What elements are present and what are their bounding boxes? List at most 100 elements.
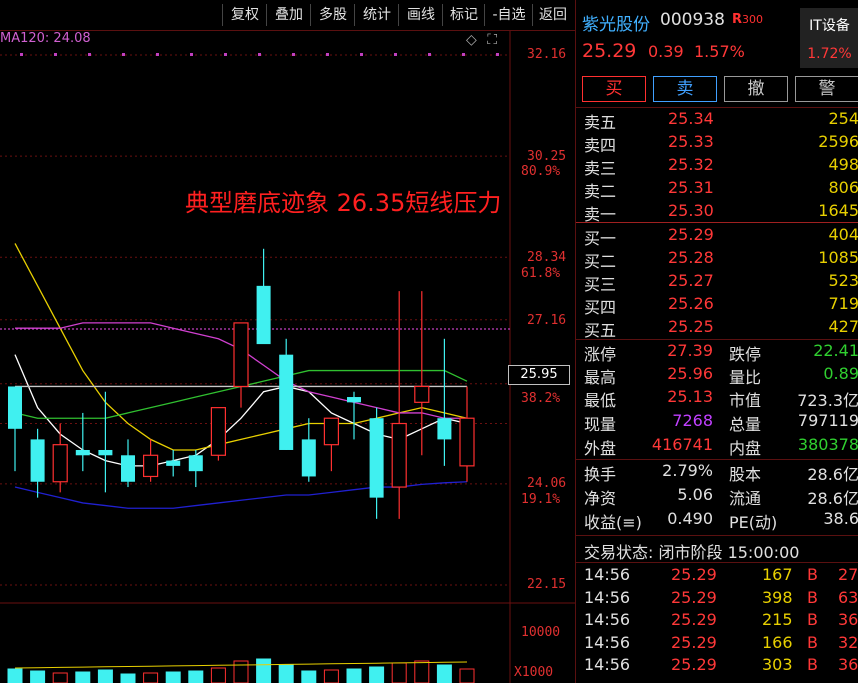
volume-bar xyxy=(323,669,339,683)
fullscreen-icon[interactable]: ⛶ xyxy=(487,32,497,48)
trade-status-text: 交易状态: 闭市阶段 15:00:00 xyxy=(584,543,800,562)
ma-dot xyxy=(258,53,261,56)
volume-bar xyxy=(188,670,204,683)
axis-label: 28.34 xyxy=(527,250,567,265)
toolbar-stats-button[interactable]: 统计 xyxy=(354,4,399,26)
label: 最高 xyxy=(584,368,617,387)
volume-bar xyxy=(436,664,452,683)
label: 涨停 xyxy=(584,345,617,364)
toolbar-fuquan-button[interactable]: 复权 xyxy=(222,4,267,26)
limit-down: 22.41 xyxy=(813,341,858,360)
toolbar-overlay-button[interactable]: 叠加 xyxy=(266,4,311,26)
level-label: 卖二 xyxy=(584,182,617,201)
ask-row[interactable]: 卖五 25.34 254 xyxy=(576,109,858,132)
label: 净资 xyxy=(584,489,617,508)
tick-extra: 32 xyxy=(838,632,858,652)
volume-bar xyxy=(143,672,159,683)
price-change-pct: 1.57% xyxy=(694,42,745,61)
candle-body xyxy=(323,417,339,446)
buy-button[interactable]: 买 xyxy=(582,76,646,102)
bid-row[interactable]: 买三 25.27 523 xyxy=(576,271,858,294)
toolbar-mark-button[interactable]: 标记 xyxy=(442,4,485,26)
candle-body xyxy=(256,285,271,345)
ma-dot xyxy=(326,53,329,56)
bid-row[interactable]: 买五 25.25 427 xyxy=(576,317,858,340)
level-price: 25.25 xyxy=(668,317,714,336)
tick-volume: 166 xyxy=(762,632,793,652)
toolbar-multi-stock-button[interactable]: 多股 xyxy=(310,4,355,26)
volume-bar xyxy=(459,668,475,683)
stock-code: 000938 xyxy=(660,10,725,30)
level-price: 25.32 xyxy=(668,155,714,174)
sector-box[interactable]: IT设备 1.72% xyxy=(800,8,858,68)
tick-volume: 167 xyxy=(762,565,793,584)
chart-toolbar: 复权 叠加 多股 统计 画线 标记 -自选 返回 xyxy=(0,0,575,31)
kline-chart-area[interactable]: 复权 叠加 多股 统计 画线 标记 -自选 返回 MA120: 24.08 ◇ … xyxy=(0,0,575,683)
toolbar-draw-button[interactable]: 画线 xyxy=(398,4,443,26)
volume-bar xyxy=(346,668,362,683)
bid-row[interactable]: 买二 25.28 1085 xyxy=(576,248,858,271)
toolbar-remove-watchlist-button[interactable]: -自选 xyxy=(484,4,533,26)
level-price: 25.28 xyxy=(668,248,714,267)
ma-dot xyxy=(190,53,193,56)
tick-extra: 63 xyxy=(838,587,858,607)
diamond-icon[interactable]: ◇ xyxy=(466,32,477,48)
kline-chart[interactable] xyxy=(0,0,575,683)
ask-row[interactable]: 卖四 25.33 2596 xyxy=(576,132,858,155)
ask-row[interactable]: 卖二 25.31 806 xyxy=(576,178,858,201)
ask-row[interactable]: 卖一 25.30 1645 xyxy=(576,201,858,224)
level-price: 25.33 xyxy=(668,132,714,151)
candle-body xyxy=(166,460,181,466)
candle-body xyxy=(369,418,384,498)
tick-row: 14:56 25.29 398 B 63 xyxy=(576,588,858,611)
level-price: 25.27 xyxy=(668,271,714,290)
toolbar-back-button[interactable]: 返回 xyxy=(532,4,573,26)
stats-row: 净资 5.06 流通 28.6亿 xyxy=(576,485,858,508)
candle-body xyxy=(437,418,452,440)
cancel-button[interactable]: 撤 xyxy=(724,76,788,102)
mkt-cap: 723.3亿 xyxy=(797,391,858,410)
tick-side: B xyxy=(807,587,818,607)
alert-button[interactable]: 警 xyxy=(795,76,858,102)
tick-extra: 36 xyxy=(838,655,858,674)
axis-label: 24.06 xyxy=(527,476,567,491)
quote-panel: 紫光股份 000938 R300 25.29 0.39 1.57% IT设备 1… xyxy=(575,0,858,683)
bid-row[interactable]: 买一 25.29 404 xyxy=(576,225,858,248)
ma-dot xyxy=(156,53,159,56)
ask-row[interactable]: 卖三 25.32 498 xyxy=(576,155,858,178)
level-volume: 1645 xyxy=(818,201,858,220)
turnover: 2.79% xyxy=(662,461,713,480)
level-price: 25.30 xyxy=(668,201,714,220)
tick-row: 14:56 25.29 167 B 27 xyxy=(576,565,858,588)
ma-dot xyxy=(394,53,397,56)
axis-label: 10000 xyxy=(521,625,561,640)
volume-bar xyxy=(52,672,68,683)
sell-button[interactable]: 卖 xyxy=(653,76,717,102)
ma-dot xyxy=(88,53,91,56)
candle-body xyxy=(391,422,407,488)
axis-label: 32.16 xyxy=(527,47,567,62)
level-volume: 523 xyxy=(828,271,858,290)
level-label: 卖四 xyxy=(584,136,617,155)
candle-body xyxy=(121,455,135,482)
candle-body xyxy=(188,455,203,472)
r-mark-sub: 300 xyxy=(742,13,764,26)
stock-name[interactable]: 紫光股份 xyxy=(582,10,650,35)
high: 25.96 xyxy=(667,364,713,383)
sector-name: IT设备 xyxy=(809,18,850,34)
volume-bar xyxy=(301,670,317,683)
level-volume: 498 xyxy=(828,155,858,174)
axis-label: 30.25 xyxy=(527,149,567,164)
tick-row: 14:56 25.29 166 B 32 xyxy=(576,633,858,656)
label: 总量 xyxy=(729,415,762,434)
eps: 0.490 xyxy=(667,509,713,528)
ma-dot xyxy=(54,53,57,56)
level-price: 25.26 xyxy=(668,294,714,313)
bid-row[interactable]: 买四 25.26 719 xyxy=(576,294,858,317)
level-volume: 1085 xyxy=(818,248,858,267)
ma-dot xyxy=(496,53,499,56)
level-label: 买二 xyxy=(584,252,617,271)
stats-row: 外盘 416741 内盘 380378 xyxy=(576,435,858,458)
price-change: 0.39 xyxy=(648,42,684,61)
tick-time: 14:56 xyxy=(584,632,631,652)
